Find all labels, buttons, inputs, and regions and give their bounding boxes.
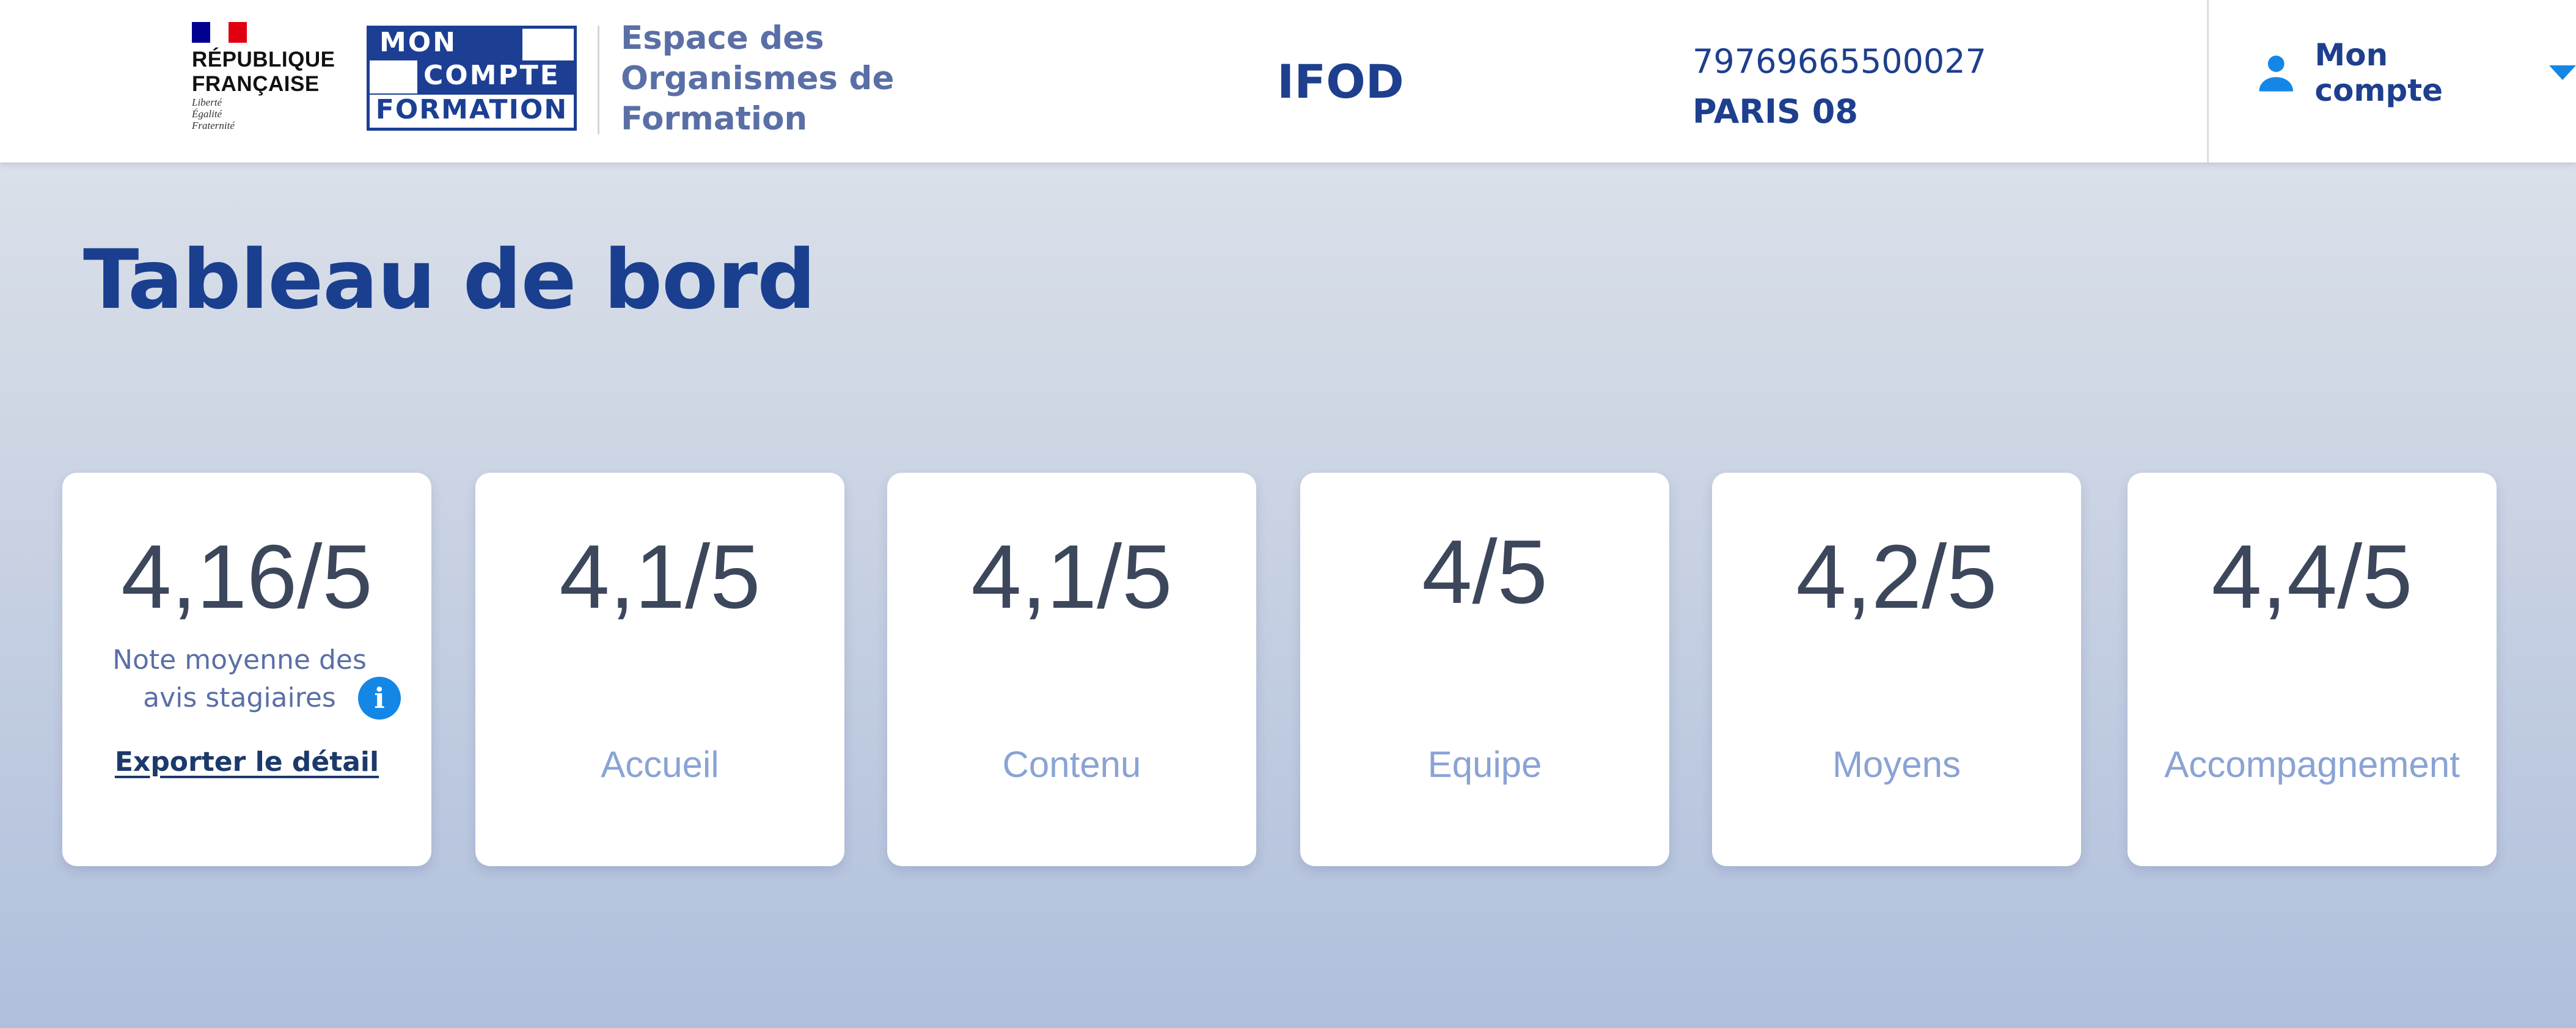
page-title: Tableau de bord: [83, 232, 816, 327]
account-label: Mon compte: [2314, 37, 2443, 108]
header-divider: [598, 26, 599, 134]
export-detail-link[interactable]: Exporter le détail: [62, 744, 431, 781]
logo-shape: [370, 60, 417, 93]
mon-compte-formation-logo[interactable]: MON COMPTE FORMATION: [367, 26, 577, 131]
rating-label: Moyens: [1832, 744, 1961, 785]
logo-shape: [522, 29, 574, 60]
top-header: RÉPUBLIQUE FRANÇAISE Liberté Égalité Fra…: [0, 0, 2576, 162]
average-score-label: Note moyenne des avis stagiaires: [112, 644, 367, 713]
rating-card-accompagnement: 4,4/5 Accompagnement: [2128, 473, 2497, 866]
rating-score: 4,1/5: [971, 527, 1173, 627]
rating-label: Accompagnement: [2164, 744, 2460, 785]
rating-label: Contenu: [1002, 744, 1141, 785]
organisation-name: IFOD: [1277, 54, 1404, 109]
rating-card-equipe: 4/5 Equipe: [1300, 473, 1669, 866]
rating-card-contenu: 4,1/5 Contenu: [887, 473, 1256, 866]
siret-number: 79769665500027: [1692, 42, 1986, 81]
logo-word-3: FORMATION: [370, 95, 574, 128]
logo-word-2: COMPTE: [423, 60, 560, 91]
republic-name: RÉPUBLIQUE FRANÇAISE: [192, 48, 335, 96]
rating-score: 4,4/5: [2211, 527, 2413, 627]
user-icon: [2259, 56, 2293, 92]
rating-card-moyens: 4,2/5 Moyens: [1712, 473, 2081, 866]
account-divider: [2207, 0, 2209, 162]
republique-francaise-logo[interactable]: RÉPUBLIQUE FRANÇAISE Liberté Égalité Fra…: [192, 22, 335, 138]
average-rating-card: 4,16/5 Note moyenne des avis stagiaires …: [62, 473, 431, 866]
rating-label: Accueil: [601, 744, 719, 785]
rating-label: Equipe: [1427, 744, 1542, 785]
rating-score: 4/5: [1422, 522, 1548, 622]
rating-score: 4,1/5: [559, 527, 761, 627]
account-menu-button[interactable]: Mon compte: [2255, 37, 2576, 108]
french-flag-icon: [192, 22, 247, 43]
organisation-city: PARIS 08: [1692, 92, 1858, 131]
average-score: 4,16/5: [121, 527, 373, 627]
space-title: Espace des Organismes de Formation: [621, 20, 895, 137]
info-icon[interactable]: i: [358, 677, 401, 720]
chevron-down-icon: [2549, 65, 2576, 80]
rating-score: 4,2/5: [1796, 527, 1997, 627]
logo-word-1: MON: [379, 27, 458, 58]
rating-card-accueil: 4,1/5 Accueil: [475, 473, 844, 866]
republic-motto: Liberté Égalité Fraternité: [192, 97, 235, 131]
